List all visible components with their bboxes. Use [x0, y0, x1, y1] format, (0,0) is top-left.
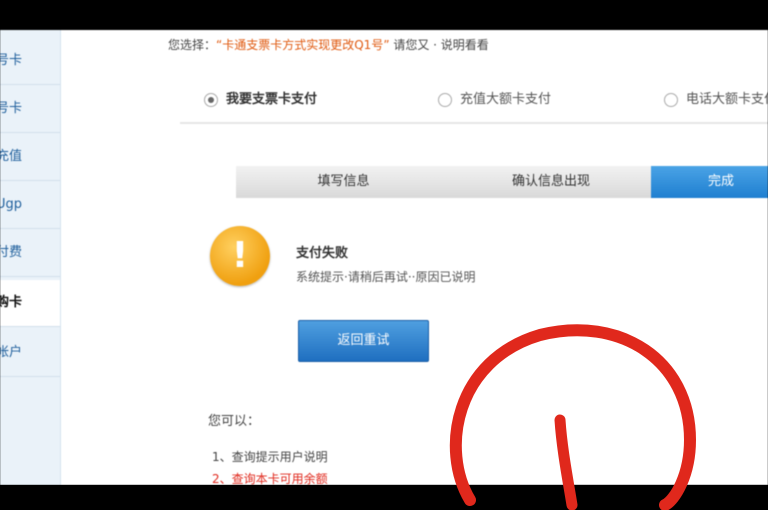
instruction-suffix: 请您又 · 说明看看: [393, 38, 489, 52]
warning-icon: !: [210, 226, 270, 286]
help-link[interactable]: 1、查询提示用户说明: [212, 448, 328, 465]
sidebar-item[interactable]: 号卡: [0, 86, 60, 133]
radio-icon[interactable]: [438, 92, 452, 107]
sidebar-item[interactable]: 充值: [0, 134, 60, 181]
message-title: 支付失败: [296, 246, 349, 261]
step-3-current: 完成: [651, 166, 768, 198]
sidebar-item-active[interactable]: 购卡: [0, 280, 60, 327]
bottom-black-bar: [0, 485, 768, 510]
sidebar-item[interactable]: 付费: [0, 230, 60, 277]
help-title: 您可以：: [208, 414, 261, 429]
step-1: 填写信息: [236, 166, 451, 198]
sidebar-item[interactable]: 号卡: [0, 38, 60, 85]
instruction-line: 您选择：“卡通支票卡方式实现更改Q1号” 请您又 · 说明看看: [168, 36, 489, 53]
instruction-highlight[interactable]: “卡通支票卡方式实现更改Q1号”: [216, 38, 390, 52]
sidebar-item[interactable]: 帐户: [0, 330, 60, 377]
sidebar: 号卡 号卡 充值 Ugp 付费 购卡 帐户: [0, 30, 61, 485]
progress-steps: 填写信息 确认信息出现 完成: [236, 166, 768, 198]
radio-icon[interactable]: [204, 92, 218, 107]
screen: 号卡 号卡 充值 Ugp 付费 购卡 帐户 您选择：“卡通支票卡方式实现更改Q1…: [0, 30, 768, 485]
payment-method-options: 我要支票卡支付 充值大额卡支付 电话大额卡支付: [180, 74, 768, 124]
radio-option[interactable]: 我要支票卡支付: [204, 88, 317, 107]
radio-icon[interactable]: [664, 92, 678, 107]
step-2: 确认信息出现: [451, 166, 651, 198]
radio-option[interactable]: 电话大额卡支付: [664, 88, 768, 107]
retry-button[interactable]: 返回重试: [298, 320, 429, 362]
help-link[interactable]: 2、查询本卡可用余额: [212, 470, 328, 485]
top-black-bar: [0, 0, 768, 30]
instruction-prefix: 您选择：: [168, 38, 217, 52]
radio-option[interactable]: 充值大额卡支付: [438, 88, 551, 107]
message-text: 系统提示·请稍后再试··原因已说明: [296, 270, 476, 284]
sidebar-item[interactable]: Ugp: [0, 182, 60, 229]
